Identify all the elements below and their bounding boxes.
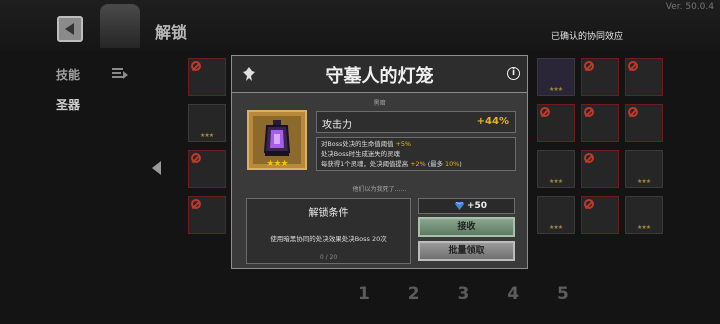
star-rating-icon: ★★★ [637, 178, 651, 185]
sidebar-item-relic[interactable]: 圣器 [56, 96, 80, 113]
info-icon[interactable]: i [507, 67, 520, 80]
lantern-icon [263, 120, 291, 156]
locked-icon [584, 61, 594, 71]
relic-slot[interactable] [188, 58, 226, 96]
star-rating-icon: ★★★ [200, 132, 214, 139]
stat-row: 攻击力 +44% [316, 111, 516, 133]
unlock-condition-desc: 使用暗黑协同的处决效果处决Boss 20次 [270, 235, 387, 243]
star-rating-icon: ★★★ [549, 178, 563, 185]
relic-slot[interactable]: ★★★ [188, 104, 226, 142]
locked-icon [191, 61, 201, 71]
relic-slot[interactable] [581, 104, 619, 142]
stat-value: +44% [476, 116, 509, 127]
locked-icon [191, 199, 201, 209]
sidebar-item-skill[interactable]: 技能 [56, 66, 80, 83]
relic-slot[interactable]: ★★★ [537, 150, 575, 188]
gem-icon [455, 202, 464, 210]
effect-description: 对Boss处决的生命值阈值 +5% 处决Boss时生成迷失的灵魂 每获得1个灵魂… [316, 137, 516, 171]
modal-title: 守墓人的灯笼 [325, 66, 434, 87]
confirmed-synergy-label[interactable]: 已确认的协同效应 [551, 29, 623, 42]
version-label: Ver. 50.0.4 [665, 2, 714, 12]
relic-slot[interactable] [581, 150, 619, 188]
relic-detail-modal: 守墓人的灯笼 i 黑暗 ★★★ 攻击力 +44% 对Boss处决的生命值阈值 +… [231, 55, 528, 269]
relic-slot[interactable] [188, 196, 226, 234]
reward-value: +50 [467, 201, 488, 211]
character-portrait [100, 4, 140, 48]
unlock-progress: 0 / 20 [319, 254, 338, 261]
star-rating-icon: ★★★ [637, 224, 651, 231]
reward-box: +50 [418, 198, 515, 214]
back-button[interactable] [57, 16, 83, 42]
relic-slot[interactable]: ★★★ [625, 196, 663, 234]
effect-line-2: 处决Boss时生成迷失的灵魂 [321, 150, 400, 158]
effect-line-3: 每获得1个灵魂，处决阈值提高 +2% (最多 10%) [321, 160, 462, 168]
page-title: 解锁 [155, 23, 188, 42]
effect-line-1: 对Boss处决的生命值阈值 +5% [321, 140, 411, 148]
relic-slot[interactable]: ★★★ [537, 196, 575, 234]
flavor-text: 他们以为我死了…… [352, 186, 407, 193]
rarity-label: 黑暗 [373, 100, 386, 107]
relic-slot[interactable] [188, 150, 226, 188]
star-rating-icon: ★★★ [549, 224, 563, 231]
unlock-condition-title: 解锁条件 [308, 208, 349, 219]
locked-icon [584, 153, 594, 163]
unlock-condition-box: 解锁条件 使用暗黑协同的处决效果处决Boss 20次 0 / 20 [246, 198, 411, 264]
relic-slot[interactable] [581, 196, 619, 234]
relic-slot[interactable] [537, 104, 575, 142]
locked-icon [584, 107, 594, 117]
prev-page-icon[interactable] [152, 161, 161, 175]
item-star-rating: ★★★ [266, 159, 288, 169]
locked-icon [191, 153, 201, 163]
relic-slot[interactable] [625, 58, 663, 96]
locked-icon [628, 107, 638, 117]
stat-label: 攻击力 [322, 120, 352, 131]
locked-icon [584, 199, 594, 209]
star-rating-icon: ★★★ [549, 86, 563, 93]
relic-slot[interactable]: ★★★ [625, 150, 663, 188]
relic-slot[interactable]: ★★★ [537, 58, 575, 96]
receive-button[interactable]: 接收 [418, 217, 515, 237]
filter-icon[interactable] [112, 66, 128, 80]
modal-header: 守墓人的灯笼 i [232, 56, 527, 93]
pagination[interactable]: 1 2 3 4 5 [358, 284, 585, 304]
locked-icon [540, 107, 550, 117]
relic-slot[interactable] [581, 58, 619, 96]
locked-icon [628, 61, 638, 71]
relic-slot[interactable] [625, 104, 663, 142]
lantern-image [253, 116, 301, 164]
batch-claim-button[interactable]: 批量领取 [418, 241, 515, 261]
